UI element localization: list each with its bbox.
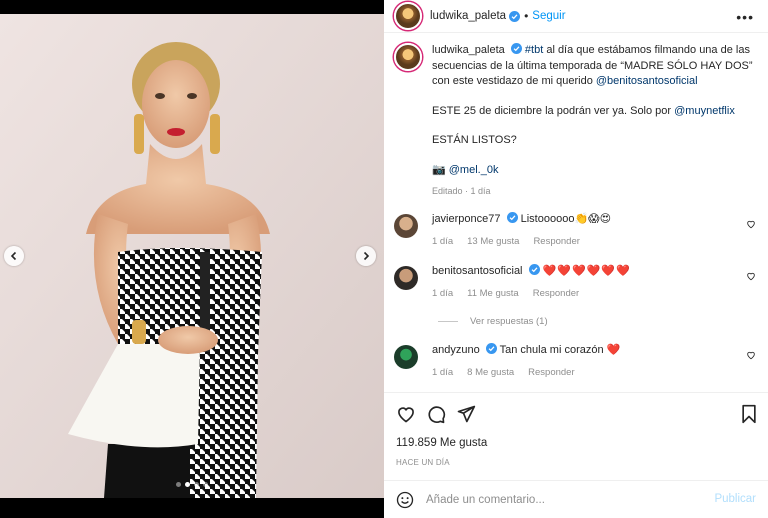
post-comment-button[interactable]: Publicar (714, 493, 756, 505)
caption-paragraph: ESTE 25 de diciembre la podrán ver ya. S… (432, 104, 754, 120)
photo-image (0, 14, 384, 498)
comment-text: Listoooooo👏😱😍 (520, 213, 612, 225)
comment-input[interactable] (426, 493, 696, 506)
heart-icon[interactable] (746, 271, 756, 281)
bookmark-icon[interactable] (740, 404, 758, 424)
commenter-avatar[interactable] (394, 345, 418, 369)
chevron-right-icon (363, 251, 370, 261)
previous-slide-button[interactable] (4, 246, 24, 266)
reply-button[interactable]: Responder (533, 287, 579, 301)
actions-section: 119.859 Me gusta HACE UN DÍA (384, 392, 768, 472)
caption-section: ludwika_paleta #tbt al día que estábamos… (394, 43, 756, 200)
carousel-dot-active (185, 482, 190, 487)
share-icon[interactable] (456, 404, 476, 424)
carousel-dot (176, 482, 181, 487)
caption-meta: Editado · 1 día (432, 186, 491, 196)
view-replies-label: Ver respuestas (1) (470, 316, 548, 327)
chevron-left-icon (10, 251, 17, 261)
add-comment-bar: Publicar (384, 480, 768, 518)
verified-icon (506, 212, 518, 223)
comment-likes[interactable]: 11 Me gusta (467, 287, 519, 301)
heart-icon[interactable] (396, 404, 416, 424)
post-photo (0, 14, 384, 498)
comment-likes[interactable]: 8 Me gusta (467, 366, 514, 380)
mention-link[interactable]: @benitosantosoficial (596, 75, 698, 87)
follow-button[interactable]: Seguir (532, 10, 565, 22)
reply-button[interactable]: Responder (533, 235, 579, 249)
carousel-dot (194, 482, 199, 487)
header-separator: • (524, 9, 529, 23)
heart-icon[interactable] (746, 350, 756, 360)
caption-avatar[interactable] (394, 43, 422, 71)
next-slide-button[interactable] (356, 246, 376, 266)
post-page: ludwika_paleta • Seguir ••• ludwika_pale… (0, 0, 768, 518)
comment-time: 1 día (432, 236, 454, 247)
caption-username[interactable]: ludwika_paleta (432, 44, 505, 56)
caption-line: ESTE 25 de diciembre la podrán ver ya. S… (432, 104, 675, 117)
reply-button[interactable]: Responder (528, 366, 574, 380)
camera-emoji: 📷 (432, 163, 446, 176)
comment-text: ❤️❤️❤️❤️❤️❤️ (542, 265, 631, 277)
comment-likes[interactable]: 13 Me gusta (467, 235, 519, 249)
mention-link[interactable]: @muynetflix (674, 105, 735, 117)
commenter-username[interactable]: javierponce77 (432, 213, 501, 225)
commenter-avatar[interactable] (394, 266, 418, 290)
commenter-username[interactable]: andyzuno (432, 344, 480, 356)
post-side-panel: ludwika_paleta • Seguir ••• ludwika_pale… (384, 0, 768, 518)
comment-time: 1 día (432, 288, 454, 299)
replies-divider (438, 321, 458, 322)
comment-text: Tan chula mi corazón ❤️ (499, 344, 621, 356)
comment-item: javierponce77 Listoooooo👏😱😍 1 día 13 Me … (394, 212, 756, 249)
more-options-icon[interactable]: ••• (736, 9, 754, 25)
commenter-username[interactable]: benitosantosoficial (432, 265, 523, 277)
verified-icon (485, 343, 497, 354)
author-avatar[interactable] (394, 2, 422, 30)
heart-icon[interactable] (746, 219, 756, 229)
action-icons (396, 404, 476, 424)
mention-link[interactable]: @mel._0k (449, 164, 499, 176)
caption-credit: 📷 @mel._0k (432, 163, 754, 179)
emoji-icon[interactable] (396, 491, 414, 509)
author-username[interactable]: ludwika_paleta (430, 10, 506, 22)
verified-icon (510, 43, 522, 54)
carousel-indicator (0, 482, 384, 487)
comment-icon[interactable] (426, 404, 446, 424)
post-timestamp: HACE UN DÍA (396, 458, 450, 467)
comment-time: 1 día (432, 367, 454, 378)
caption-text: ludwika_paleta #tbt al día que estábamos… (432, 43, 754, 200)
verified-icon (509, 10, 521, 22)
view-replies-button[interactable]: Ver respuestas (1) (438, 316, 548, 327)
post-media (0, 0, 384, 518)
post-header: ludwika_paleta • Seguir ••• (384, 0, 768, 33)
hashtag-link[interactable]: #tbt (525, 44, 543, 56)
verified-icon (528, 264, 540, 275)
caption-paragraph: ESTÁN LISTOS? (432, 134, 517, 146)
carousel-dot (203, 482, 208, 487)
likes-count[interactable]: 119.859 Me gusta (396, 437, 487, 449)
comment-item: andyzuno Tan chula mi corazón ❤️ 1 día 8… (394, 343, 756, 380)
comment-item: benitosantosoficial ❤️❤️❤️❤️❤️❤️ 1 día 1… (394, 264, 756, 301)
commenter-avatar[interactable] (394, 214, 418, 238)
